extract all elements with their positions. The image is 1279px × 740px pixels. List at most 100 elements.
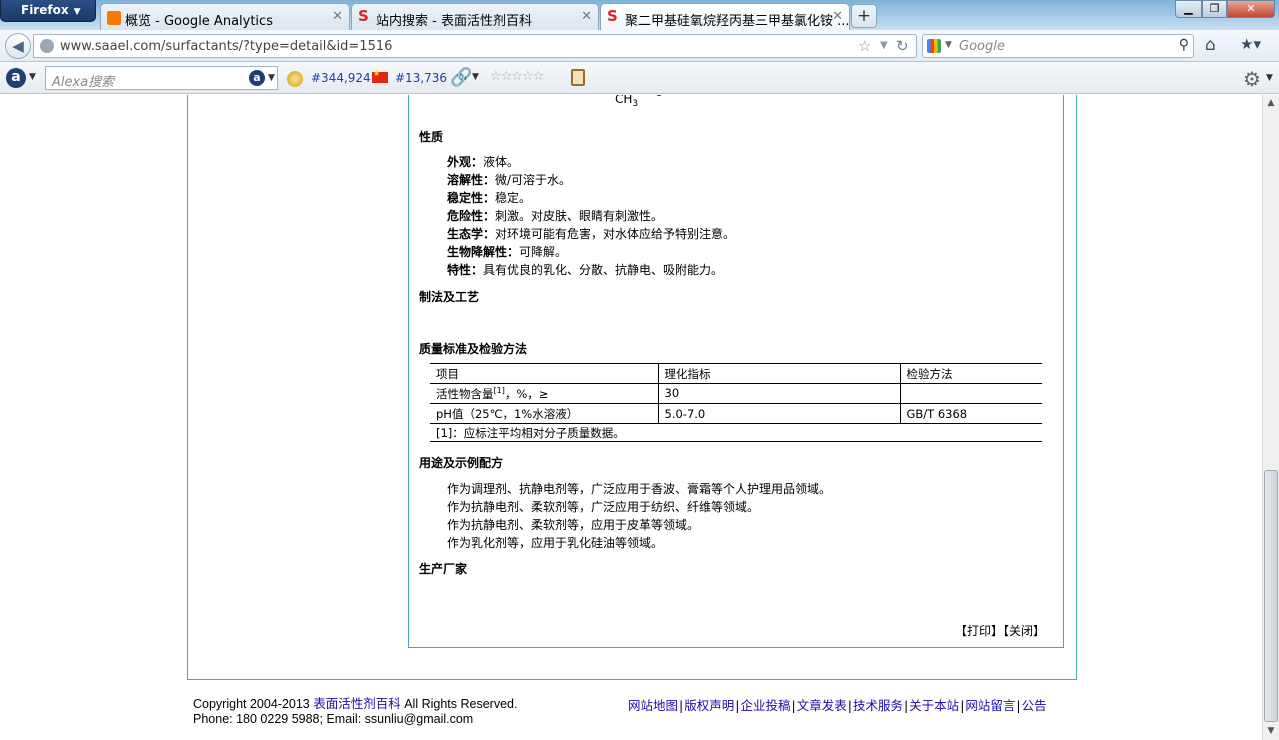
scrollbar-thumb[interactable] (1264, 470, 1278, 722)
scroll-down-icon[interactable]: ▼ (1263, 723, 1279, 740)
section-title-uses: 用途及示例配方 (419, 456, 504, 470)
chevron-down-icon[interactable]: ▼ (29, 72, 36, 82)
alexa-search-input[interactable]: Alexa搜索 a ▼ (45, 66, 278, 90)
close-icon[interactable]: ✕ (832, 9, 843, 24)
link-icon[interactable]: 🔗 (450, 67, 472, 88)
close-icon[interactable]: ✕ (332, 9, 343, 24)
home-icon[interactable]: ⌂ (1205, 35, 1216, 55)
vertical-scrollbar[interactable]: ▲ ▼ (1262, 95, 1279, 740)
methyl-group: CH3 (639, 95, 662, 99)
chevron-down-icon[interactable]: ▼ (472, 72, 479, 82)
property-solubility: 溶解性：微/可溶于水。 (447, 173, 572, 187)
footer-site-link[interactable]: 表面活性剂百科 (313, 697, 401, 711)
china-flag-icon (372, 69, 388, 83)
google-icon[interactable] (927, 39, 941, 53)
table-cell-method: GB/T 6368 (900, 403, 1042, 424)
footer-link-services[interactable]: 技术服务 (853, 698, 903, 713)
table-cell-value: 5.0-7.0 (658, 403, 901, 424)
close-link[interactable]: 【关闭】 (1003, 624, 1045, 638)
table-cell-value: 30 (658, 383, 901, 404)
back-arrow-icon: ◀ (12, 37, 24, 55)
property-characteristics: 特性：具有优良的乳化、分散、抗静电、吸附能力。 (447, 263, 724, 277)
url-history-dropdown-icon[interactable]: ▼ (880, 40, 888, 51)
scroll-up-icon[interactable]: ▲ (1263, 95, 1279, 112)
property-hazard: 危险性：刺激。对皮肤、眼睛有刺激性。 (447, 209, 664, 223)
site-logo-icon: S (358, 7, 369, 25)
footer-link-notice[interactable]: 公告 (1022, 698, 1047, 713)
property-stability: 稳定性：稳定。 (447, 191, 532, 205)
bookmarks-menu-icon[interactable]: ★▾ (1240, 35, 1261, 53)
section-title-quality: 质量标准及检验方法 (419, 342, 528, 356)
quality-spec-table: 项目 理化指标 检验方法 活性物含量[1]，%，≥ 30 pH值（25℃，1%水… (430, 363, 1042, 442)
use-item: 作为乳化剂等，应用于乳化硅油等领域。 (447, 536, 664, 550)
clipboard-icon[interactable] (571, 69, 585, 86)
chevron-down-icon[interactable]: ▼ (945, 40, 952, 50)
chevron-down-icon[interactable]: ▼ (1266, 73, 1273, 83)
footer-copyright: Copyright 2004-2013 表面活性剂百科 All Rights R… (193, 697, 518, 711)
site-identity-icon[interactable] (40, 39, 54, 53)
footer-link-submit[interactable]: 企业投稿 (740, 698, 790, 713)
tab-site-search[interactable]: S 站内搜索 - 表面活性剂百科 ✕ (351, 3, 599, 30)
use-item: 作为抗静电剂、柔软剂等，应用于皮革等领域。 (447, 518, 700, 532)
footer-link-sitemap[interactable]: 网站地图 (628, 698, 678, 713)
alexa-search-icon[interactable]: a (249, 70, 265, 86)
search-bar[interactable]: ▼ Google ⚲ (922, 34, 1194, 58)
column-header: 项目 (430, 363, 659, 384)
analytics-icon (107, 11, 121, 25)
table-row: pH值（25℃，1%水溶液） 5.0-7.0 GB/T 6368 (430, 403, 1042, 424)
search-icon[interactable]: ⚲ (1179, 37, 1189, 53)
alexa-country-rank[interactable]: #13,736 (395, 71, 447, 85)
use-item: 作为抗静电剂、柔软剂等，广泛应用于纺织、纤维等领域。 (447, 500, 760, 514)
chevron-down-icon: ▼ (73, 7, 81, 17)
column-header: 理化指标 (658, 363, 901, 384)
alexa-toolbar: a ▼ Alexa搜索 a ▼ #344,924 #13,736 🔗 ▼ ☆☆☆… (0, 62, 1279, 94)
table-cell-item: 活性物含量[1]，%，≥ (430, 383, 659, 404)
table-footnote-row: [1]：应标注平均相对分子质量数据。 (430, 423, 1042, 442)
new-tab-button[interactable]: + (851, 4, 877, 28)
tab-title: 聚二甲基硅氧烷羟丙基三甲基氯化铵 ... (625, 14, 850, 29)
firefox-menu-label: Firefox (21, 3, 69, 17)
chevron-down-icon[interactable]: ▼ (268, 73, 275, 83)
tab-google-analytics[interactable]: 概览 - Google Analytics ✕ (100, 3, 350, 30)
section-title-manufacturer: 生产厂家 (419, 562, 468, 576)
property-appearance: 外观：液体。 (447, 155, 520, 169)
gear-icon[interactable]: ⚙ (1243, 67, 1261, 91)
table-cell-method (900, 383, 1042, 404)
footer-link-copyright[interactable]: 版权声明 (684, 698, 734, 713)
footer-nav: 网站地图|版权声明|企业投稿|文章发表|技术服务|关于本站|网站留言|公告 (628, 698, 1047, 713)
tab-product-detail[interactable]: S 聚二甲基硅氧烷羟丙基三甲基氯化铵 ... ✕ (600, 3, 850, 30)
table-footnote: [1]：应标注平均相对分子质量数据。 (430, 423, 1042, 442)
structure-formula-fragment: CH3 CH3 (614, 95, 684, 116)
url-text[interactable]: www.saael.com/surfactants/?type=detail&i… (60, 39, 392, 54)
alexa-logo-icon[interactable]: a (6, 68, 26, 88)
globe-icon (287, 71, 303, 87)
firefox-menu-button[interactable]: Firefox ▼ (0, 0, 96, 22)
alexa-global-rank[interactable]: #344,924 (311, 71, 371, 85)
section-title-properties: 性质 (419, 130, 444, 144)
reload-icon[interactable]: ↻ (896, 37, 909, 55)
property-ecology: 生态学：对环境可能有危害，对水体应给予特别注意。 (447, 227, 736, 241)
footer-link-about[interactable]: 关于本站 (909, 698, 959, 713)
tab-title: 概览 - Google Analytics (125, 14, 273, 29)
print-link[interactable]: 【打印】 (955, 624, 1003, 638)
navigation-toolbar: ◀ www.saael.com/surfactants/?type=detail… (0, 30, 1279, 62)
address-bar[interactable]: www.saael.com/surfactants/?type=detail&i… (33, 34, 917, 58)
footer-link-publish[interactable]: 文章发表 (797, 698, 847, 713)
back-button[interactable]: ◀ (5, 33, 31, 59)
footer-contact: Phone: 180 0229 5988; Email: ssunliu@gma… (193, 712, 474, 726)
table-header-row: 项目 理化指标 检验方法 (430, 363, 1042, 384)
minimize-button[interactable]: ▁ (1175, 0, 1202, 18)
table-row: 活性物含量[1]，%，≥ 30 (430, 383, 1042, 404)
maximize-button[interactable]: ❐ (1202, 0, 1227, 18)
bookmark-star-icon[interactable]: ☆ (858, 37, 871, 55)
rating-stars[interactable]: ☆☆☆☆☆ (490, 69, 544, 84)
search-input[interactable]: Google (959, 39, 1005, 54)
methyl-group: CH3 (615, 95, 639, 109)
close-icon[interactable]: ✕ (581, 9, 592, 24)
property-biodegradability: 生物降解性：可降解。 (447, 245, 568, 259)
page-actions: 【打印】【关闭】 (955, 622, 1045, 639)
table-cell-item: pH值（25℃，1%水溶液） (430, 403, 659, 424)
window-close-button[interactable]: ✕ (1227, 0, 1275, 18)
footer-link-guestbook[interactable]: 网站留言 (965, 698, 1015, 713)
site-logo-icon: S (607, 7, 618, 25)
